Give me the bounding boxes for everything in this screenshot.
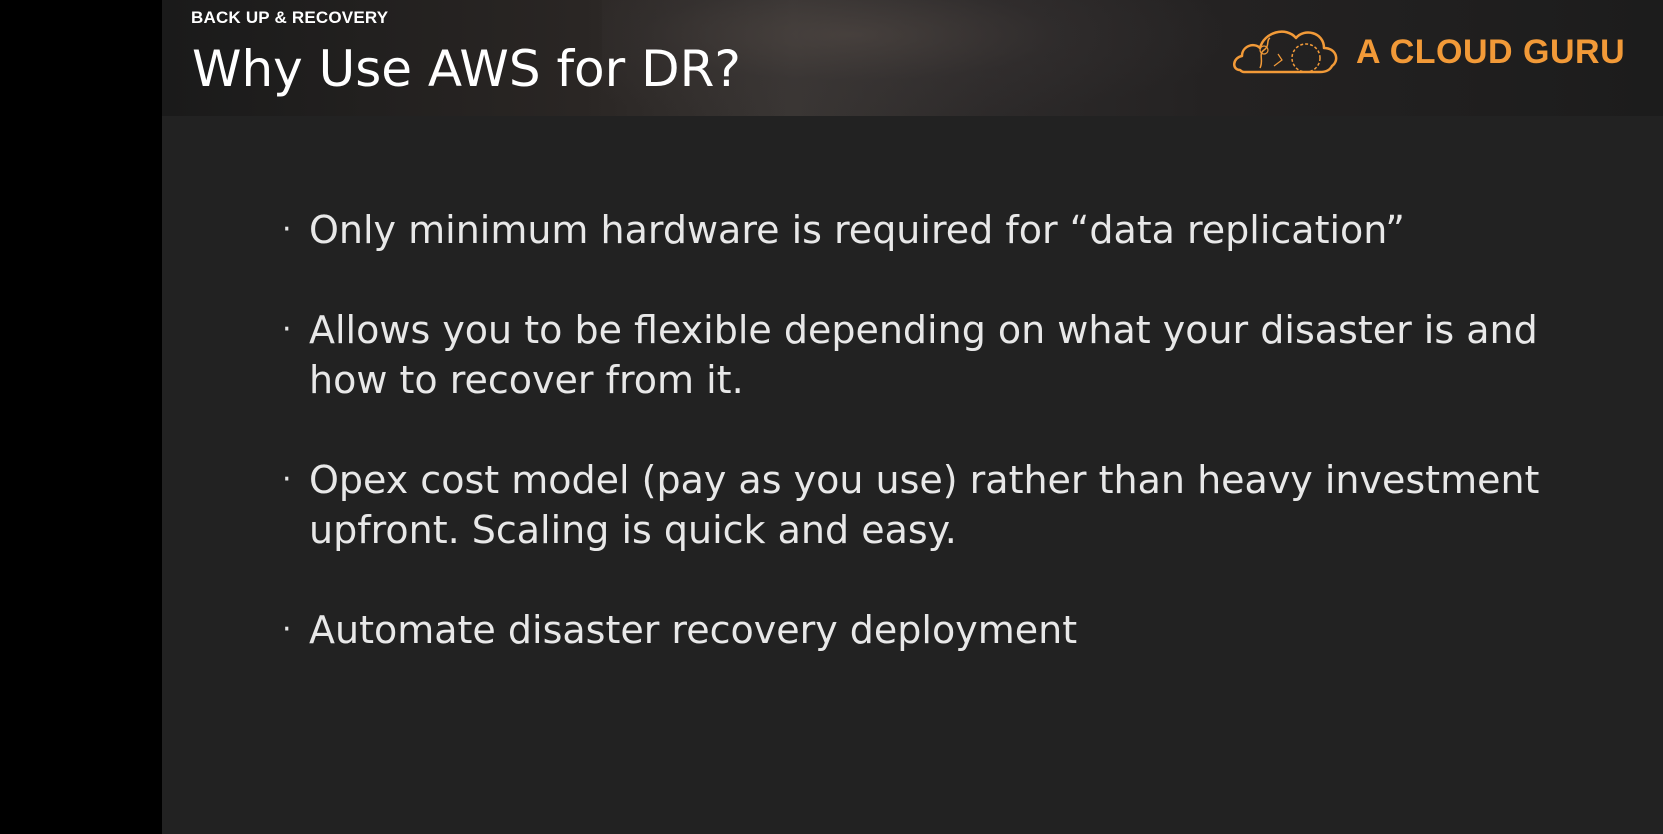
bullet-item: · Only minimum hardware is required for … bbox=[282, 205, 1542, 255]
bullet-glyph: · bbox=[282, 462, 292, 497]
bullet-text: Opex cost model (pay as you use) rather … bbox=[309, 458, 1540, 552]
bullet-glyph: · bbox=[282, 312, 292, 347]
bullet-item: · Automate disaster recovery deployment bbox=[282, 605, 1542, 655]
video-viewport: BACK UP & RECOVERY Why Use AWS for DR? A… bbox=[0, 0, 1663, 834]
slide-title: Why Use AWS for DR? bbox=[192, 40, 741, 98]
brand-logo: A CLOUD GURU bbox=[1230, 20, 1625, 84]
bullet-list: · Only minimum hardware is required for … bbox=[282, 205, 1542, 705]
bullet-text: Only minimum hardware is required for “d… bbox=[309, 208, 1405, 252]
bullet-glyph: · bbox=[282, 212, 292, 247]
section-label: BACK UP & RECOVERY bbox=[191, 8, 389, 27]
cloud-icon bbox=[1233, 30, 1338, 74]
bullet-item: · Opex cost model (pay as you use) rathe… bbox=[282, 455, 1542, 555]
bullet-text: Automate disaster recovery deployment bbox=[309, 608, 1078, 652]
bullet-item: · Allows you to be flexible depending on… bbox=[282, 305, 1542, 405]
slide-header: BACK UP & RECOVERY Why Use AWS for DR? A… bbox=[162, 0, 1663, 116]
slide: BACK UP & RECOVERY Why Use AWS for DR? A… bbox=[162, 0, 1663, 834]
bullet-text: Allows you to be flexible depending on w… bbox=[309, 308, 1538, 402]
brand-name: A CLOUD GURU bbox=[1356, 32, 1626, 71]
bullet-glyph: · bbox=[282, 612, 292, 647]
